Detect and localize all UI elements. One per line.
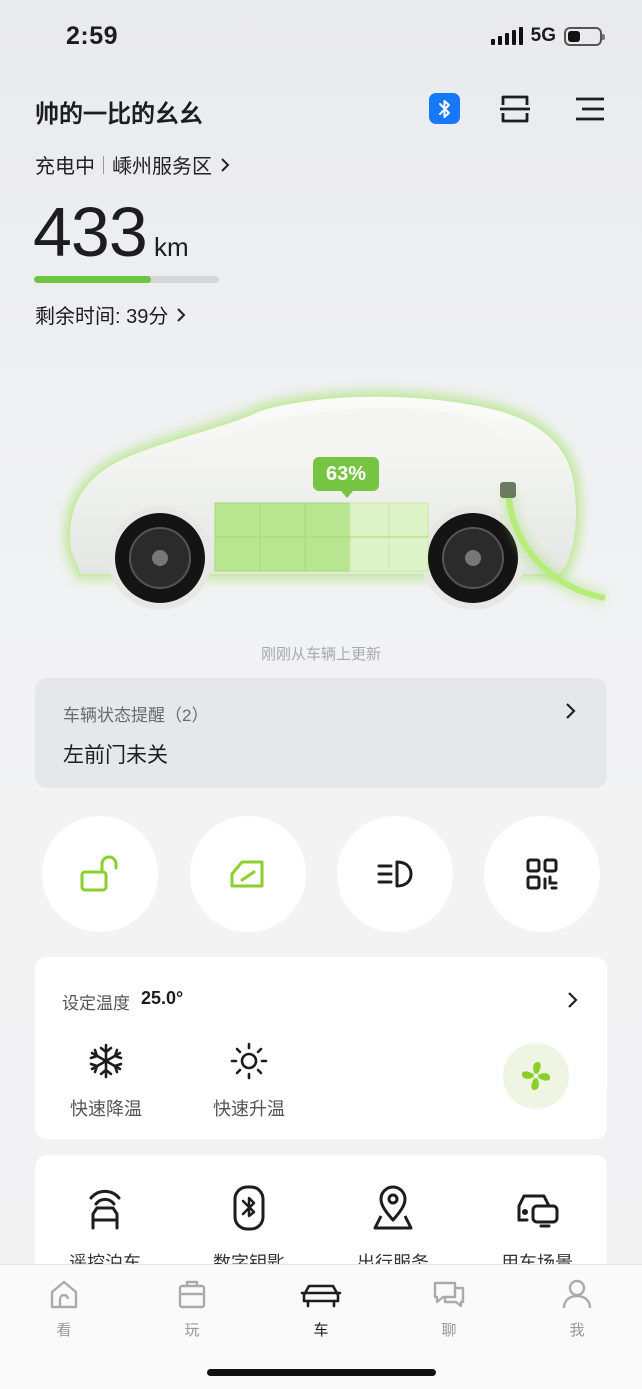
digital-key-icon (233, 1185, 265, 1231)
chevron-right-icon (566, 703, 576, 719)
location-pin-icon (373, 1185, 413, 1230)
battery-soc-tag: 63% (313, 457, 379, 498)
sun-icon (230, 1042, 268, 1080)
bottom-tab-bar: 看 玩 车 聊 我 (0, 1264, 642, 1389)
tab-look[interactable]: 看 (19, 1273, 109, 1340)
location-name: 嵊州服务区 (112, 156, 212, 178)
home-indicator[interactable] (207, 1369, 436, 1376)
reminder-text: 左前门未关 (63, 744, 168, 767)
chat-icon (433, 1281, 465, 1308)
divider (103, 155, 104, 174)
vehicle-status-reminder-card[interactable]: 车辆状态提醒（2） 左前门未关 (35, 678, 607, 788)
quick-heat-button[interactable]: 快速升温 (189, 1039, 309, 1121)
chevron-right-icon (221, 157, 230, 172)
status-time: 2:59 (66, 22, 119, 50)
digital-key-button[interactable]: 数字钥匙 (184, 1183, 314, 1275)
unlock-button[interactable] (42, 816, 158, 932)
reminder-title: 车辆状态提醒（2） (63, 706, 209, 725)
menu-button[interactable] (573, 94, 607, 124)
battery-pack (214, 502, 429, 572)
set-temperature-label: 设定温度 (62, 994, 130, 1013)
climate-fan-button[interactable] (503, 1043, 569, 1109)
travel-service-button[interactable]: 出行服务 (328, 1183, 458, 1275)
fan-icon (521, 1061, 551, 1091)
car-icon (300, 1284, 342, 1308)
time-remaining: 剩余时间: 39分 (35, 306, 169, 328)
climate-card[interactable]: 设定温度 25.0° 快速降温 快速升温 (35, 957, 607, 1139)
bluetooth-icon (438, 99, 450, 118)
front-wheel (115, 513, 205, 603)
chevron-right-icon (568, 992, 578, 1008)
tab-car[interactable]: 车 (276, 1273, 366, 1340)
tab-play[interactable]: 玩 (147, 1273, 237, 1340)
bag-icon (178, 1280, 206, 1309)
snowflake-icon (89, 1043, 123, 1079)
rear-wheel (428, 513, 518, 603)
car-scene-icon (517, 1194, 559, 1228)
trunk-button[interactable] (190, 816, 306, 932)
scan-icon (500, 95, 530, 123)
more-apps-button[interactable] (484, 816, 600, 932)
scan-button[interactable] (498, 92, 532, 126)
vehicle-owner-name: 帅的一比的幺幺 (35, 101, 203, 128)
chevron-right-icon (177, 307, 186, 322)
headlight-button[interactable] (337, 816, 453, 932)
grid-icon (526, 858, 558, 890)
range-progress-bar (34, 276, 219, 283)
time-remaining-link[interactable]: 剩余时间: 39分 (35, 300, 186, 329)
unlock-icon (80, 855, 118, 892)
home-icon (50, 1280, 78, 1309)
network-type: 5G (530, 25, 556, 46)
range-value: 433 (33, 193, 148, 271)
quick-heat-label: 快速升温 (213, 1099, 285, 1119)
battery-icon (564, 26, 605, 46)
status-indicators: 5G (490, 25, 605, 47)
car-scene-button[interactable]: 用车场景 (472, 1183, 602, 1275)
signal-icon (490, 27, 523, 45)
tab-label: 车 (313, 1322, 329, 1339)
quick-cool-label: 快速降温 (70, 1099, 142, 1119)
quick-cool-button[interactable]: 快速降温 (46, 1039, 166, 1121)
tab-label: 我 (569, 1322, 585, 1339)
tab-label: 玩 (184, 1322, 200, 1339)
tab-label: 看 (56, 1322, 72, 1339)
charge-location-link[interactable]: 充电中 嵊州服务区 (35, 150, 230, 179)
headlight-icon (377, 860, 413, 888)
tab-me[interactable]: 我 (532, 1273, 622, 1340)
tab-label: 聊 (441, 1322, 457, 1339)
remote-parking-icon (89, 1189, 121, 1230)
set-temperature-value: 25.0° (141, 988, 184, 1008)
trunk-icon (230, 860, 264, 888)
last-updated-text: 刚刚从车辆上更新 (260, 646, 381, 663)
vehicle-illustration[interactable] (40, 370, 640, 630)
profile-icon (562, 1279, 592, 1309)
bluetooth-button[interactable] (429, 93, 460, 124)
remote-parking-button[interactable]: 遥控泊车 (40, 1183, 170, 1275)
charge-status: 充电中 (35, 156, 95, 178)
menu-icon (576, 97, 604, 121)
range-unit: km (154, 232, 189, 262)
tab-chat[interactable]: 聊 (404, 1273, 494, 1340)
